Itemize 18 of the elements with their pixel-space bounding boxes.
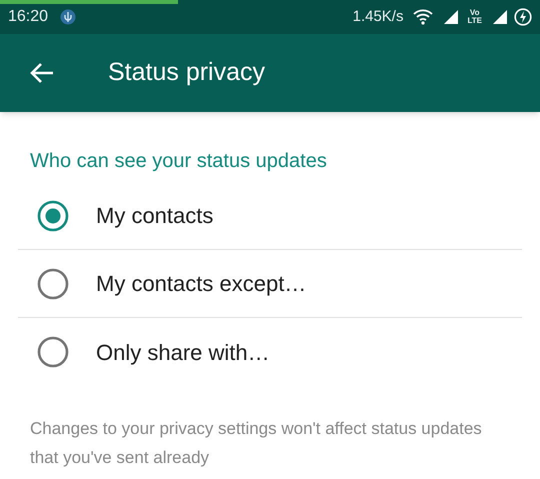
signal-icon <box>492 9 508 25</box>
usb-icon <box>60 9 76 25</box>
radio-button[interactable] <box>37 200 69 232</box>
signal-icon <box>443 9 460 25</box>
back-arrow-icon <box>29 62 55 84</box>
option-label[interactable]: My contacts <box>96 199 214 232</box>
option-label[interactable]: Only share with… <box>96 336 270 368</box>
screen-title: Status privacy <box>108 57 266 88</box>
volte-indicator: Vo LTE <box>467 9 482 25</box>
radio-button[interactable] <box>37 336 69 368</box>
clock: 16:20 <box>8 7 48 27</box>
wifi-icon <box>413 9 434 25</box>
charging-icon <box>514 8 532 26</box>
privacy-note: Changes to your privacy settings won't affect status updates that you've sent already <box>30 418 483 469</box>
network-speed: 1.45K/s <box>352 6 404 27</box>
option-label[interactable]: My contacts except… <box>96 267 306 300</box>
radio-button[interactable] <box>37 268 69 300</box>
section-heading: Who can see your status updates <box>30 150 327 172</box>
